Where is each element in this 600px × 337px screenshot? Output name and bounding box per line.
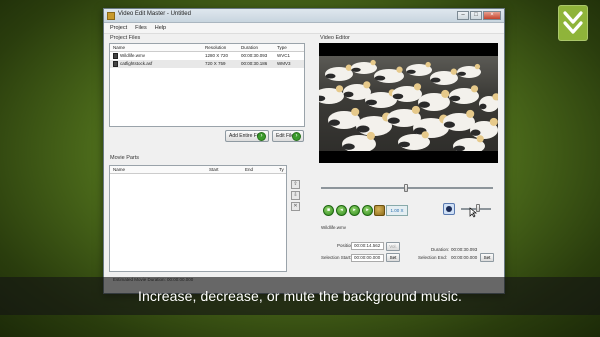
- mute-toggle-button[interactable]: [443, 203, 455, 215]
- stop-button[interactable]: ■: [323, 205, 334, 216]
- seabirds-image: [319, 59, 498, 154]
- table-header: Name Start End Ty: [110, 166, 286, 174]
- position-button[interactable]: Vol.: [386, 242, 400, 251]
- column-type[interactable]: Type: [274, 44, 304, 51]
- column-start[interactable]: Start: [206, 166, 242, 173]
- arrow-right-icon: ›: [292, 132, 301, 141]
- set-start-button[interactable]: Set: [386, 253, 400, 262]
- column-name[interactable]: Name: [110, 44, 202, 51]
- window-title: Video Edit Master - Untitled: [118, 11, 191, 17]
- menu-project[interactable]: Project: [110, 23, 127, 33]
- column-end[interactable]: End: [242, 166, 276, 173]
- snapshot-button[interactable]: [374, 205, 385, 216]
- movie-parts-label: Movie Parts: [110, 155, 140, 161]
- mouse-cursor-icon: [469, 207, 477, 218]
- file-resolution: 1280 X 720: [205, 53, 229, 58]
- speed-display[interactable]: 1.00 X: [386, 205, 408, 216]
- caption-text: Increase, decrease, or mute the backgrou…: [138, 288, 462, 304]
- remove-part-button[interactable]: ✕: [291, 202, 300, 211]
- tutorial-video-frame: Video Edit Master - Untitled – □ × Proje…: [0, 0, 600, 337]
- title-bar: Video Edit Master - Untitled – □ ×: [104, 9, 504, 23]
- column-name[interactable]: Name: [110, 166, 206, 173]
- duration-label: Duration:: [431, 247, 450, 252]
- maximize-button[interactable]: □: [470, 11, 482, 20]
- column-type[interactable]: Ty: [276, 166, 286, 173]
- brand-logo: [558, 5, 588, 41]
- video-preview: [319, 43, 498, 163]
- file-name: Wildlife.wmv: [120, 53, 146, 58]
- menu-help[interactable]: Help: [155, 23, 166, 33]
- selection-end-value: 00:00:00.000: [451, 255, 478, 260]
- next-frame-button[interactable]: ▸: [362, 205, 373, 216]
- column-duration[interactable]: Duration: [238, 44, 274, 51]
- move-up-button[interactable]: ⇧: [291, 180, 300, 189]
- file-resolution: 720 X 759: [205, 61, 226, 66]
- video-file-icon: [113, 52, 118, 59]
- duration-value: 00:00:30.093: [451, 247, 478, 252]
- file-type: WMV3: [277, 61, 291, 66]
- minimize-button[interactable]: –: [457, 11, 469, 20]
- edit-file-button[interactable]: Edit File ›: [272, 130, 304, 142]
- menu-files[interactable]: Files: [135, 23, 147, 33]
- table-header: Name Resolution Duration Type: [110, 44, 304, 52]
- video-editor-label: Video Editor: [320, 35, 350, 41]
- selection-end-label: Selection End:: [418, 255, 448, 260]
- move-down-button[interactable]: ⇩: [291, 191, 300, 200]
- file-duration: 00:00:30.093: [241, 53, 268, 58]
- position-field[interactable]: 00:00:14.562: [351, 242, 384, 250]
- menu-bar: Project Files Help: [104, 23, 504, 34]
- project-files-table: Name Resolution Duration Type Wildlife.w…: [109, 43, 305, 127]
- video-frame-image: [319, 56, 498, 154]
- close-button[interactable]: ×: [483, 11, 501, 20]
- timeline-slider-thumb[interactable]: [404, 184, 408, 192]
- app-icon: [107, 12, 115, 20]
- file-name: catfightstock.asf: [120, 61, 153, 66]
- movie-parts-table: Name Start End Ty: [109, 165, 287, 272]
- current-file-name: Wildlife.wmv: [321, 225, 347, 230]
- column-resolution[interactable]: Resolution: [202, 44, 238, 51]
- arrow-right-icon: ›: [257, 132, 266, 141]
- project-files-label: Project Files: [110, 35, 141, 41]
- selection-start-field[interactable]: 00:00:00.000: [351, 254, 384, 262]
- play-button[interactable]: ▸: [349, 205, 360, 216]
- previous-frame-button[interactable]: ◂: [336, 205, 347, 216]
- video-file-icon: [113, 60, 118, 67]
- table-row[interactable]: Wildlife.wmv 1280 X 720 00:00:30.093 WVC…: [110, 52, 304, 60]
- file-duration: 00:00:30.186: [241, 61, 268, 66]
- table-row[interactable]: catfightstock.asf 720 X 759 00:00:30.186…: [110, 60, 304, 68]
- file-type: WVC1: [277, 53, 291, 58]
- set-end-button[interactable]: Set: [480, 253, 494, 262]
- add-entire-file-button[interactable]: Add Entire File ›: [225, 130, 269, 142]
- selection-start-label: Selection Start:: [321, 255, 352, 260]
